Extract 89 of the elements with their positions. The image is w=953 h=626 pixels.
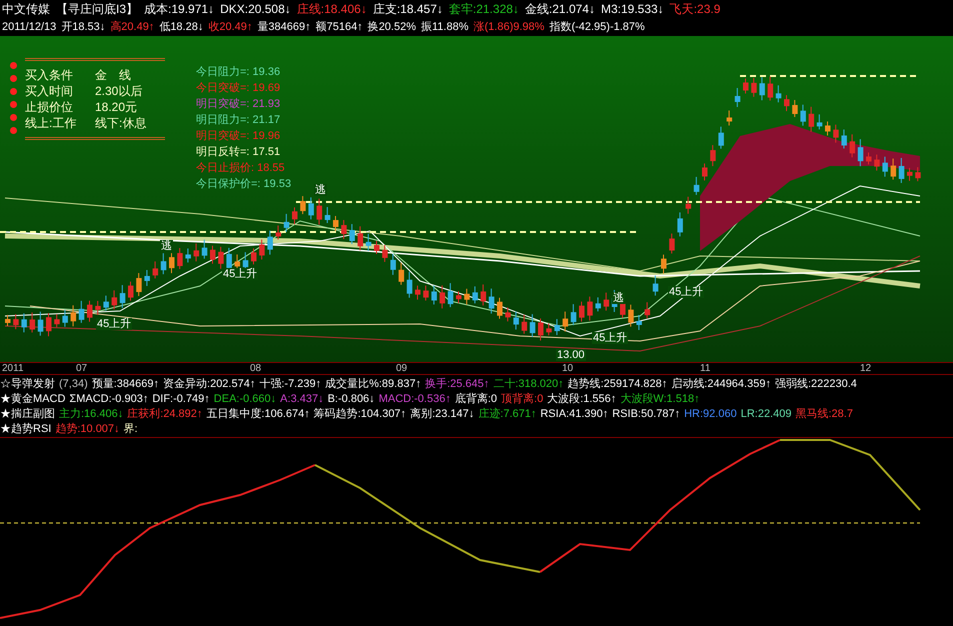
indicator-value: A:3.437↓ [280, 392, 324, 407]
date-axis-label: 09 [396, 363, 408, 374]
level-value: 今日止损价: 18.55 [196, 161, 286, 176]
date-axis-label: 08 [250, 363, 262, 374]
condition-value: 金 线 [95, 67, 131, 83]
condition-label: 买入条件 [25, 67, 74, 83]
indicator-value: 大波段W:1.518↑ [620, 392, 700, 407]
quote-value: 收20.49↑ [208, 20, 252, 35]
chart-label: 逃 [612, 292, 625, 304]
chart-label: 逃 [314, 184, 327, 196]
header-value: DKX:20.508↓ [220, 1, 291, 18]
date-axis-label: 11 [700, 363, 710, 374]
quote-value: 开18.53↓ [61, 20, 106, 35]
quote-value: 高20.49↑ [110, 20, 154, 35]
indicator-title: ★黄金MACD [0, 392, 66, 407]
date-axis-label: 07 [76, 363, 88, 374]
indicator-value: DIF:-0.749↑ [152, 392, 210, 407]
indicator-value: MACD:-0.536↑ [378, 392, 451, 407]
quote-value: 换20.52% [368, 20, 416, 35]
level-value: 今日突破=: 19.69 [196, 80, 282, 96]
indicator-value: ΣMACD:-0.903↑ [69, 392, 148, 407]
indicator-value: B:-0.806↓ [328, 392, 375, 407]
chart-label: 45上升 [668, 286, 704, 298]
indicator-value: 趋势:10.007↓ [55, 422, 120, 437]
date-axis-label: 12 [860, 363, 872, 374]
indicator-value: 预量:384669↑ [92, 377, 160, 392]
level-value: 今日阻力=: 19.36 [196, 65, 282, 80]
indicator-value: (7,34) [59, 377, 88, 392]
chart-label: 45上升 [222, 268, 258, 280]
indicator-value: 趋势线:259174.828↑ [568, 377, 668, 392]
indicator-value: 庄获利:24.892↑ [127, 407, 202, 422]
indicator-value: 筹码趋势:104.307↑ [314, 407, 406, 422]
quote-value: 2011/12/13 [2, 20, 56, 35]
indicator-value: 强弱线:222230.4 [774, 377, 857, 392]
header-value: 飞天:23.9 [670, 1, 720, 18]
header-value: 成本:19.971↓ [144, 1, 214, 18]
indicator-value: LR:22.409 [740, 407, 792, 422]
indicator-value: 界: [124, 422, 138, 437]
header-value: 金线:21.074↓ [524, 1, 595, 18]
condition-label: 线上:工作 [25, 115, 78, 131]
level-value: 明日阻力=: 21.17 [196, 113, 282, 128]
indicator-value: 顶背离:0 [501, 392, 544, 407]
indicator-value: 黑马线:28.7 [795, 407, 853, 422]
quote-value: 额75164↑ [316, 20, 363, 35]
indicator-value: RSIB:50.787↑ [612, 407, 680, 422]
indicator-value: 十强:-7.239↑ [259, 377, 322, 392]
quote-value: 低18.28↓ [159, 20, 204, 35]
level-value: 明日突破=: 19.96 [196, 128, 282, 144]
condition-value: 线下:休息 [95, 115, 146, 131]
indicator-value: 五日集中度:106.674↑ [206, 407, 310, 422]
indicator-value: RSIA:41.390↑ [540, 407, 608, 422]
date-axis-label: 2011 [2, 363, 24, 374]
indicator-value: 二十:318.020↑ [493, 377, 564, 392]
indicator-value: 换手:25.645↑ [425, 377, 490, 392]
date-axis-label: 10 [562, 363, 574, 374]
level-value: 明日突破=: 21.93 [196, 96, 282, 112]
header-value: 庄线:18.406↓ [296, 1, 367, 18]
indicator-value: 主力:16.406↓ [59, 407, 124, 422]
indicator-title: ☆导弹发射 [0, 377, 55, 392]
chart-label: 45上升 [592, 332, 628, 344]
header-value: 庄支:18.457↓ [372, 1, 443, 18]
chart-label: 逃 [160, 240, 173, 252]
condition-value: 2.30以后 [95, 83, 142, 99]
quote-value: 指数(-42.95)-1.87% [549, 20, 645, 35]
quote-value: 量384669↑ [257, 20, 311, 35]
level-value: 明日反转=: 17.51 [196, 145, 282, 160]
quote-value: 振11.88% [421, 20, 468, 35]
header-value: 中文传媒 [2, 1, 50, 18]
indicator-value: 庄迹:7.671↑ [478, 407, 536, 422]
condition-label: 买入时间 [25, 83, 74, 99]
condition-label: 止损价位 [25, 99, 74, 115]
indicator-value: 资金异动:202.574↑ [163, 377, 256, 392]
indicator-value: HR:92.060 [684, 407, 737, 422]
quote-value: 涨(1.86)9.98% [474, 20, 544, 35]
chart-label: 13.00 [556, 349, 586, 361]
indicator-value: 成交量比%:89.837↑ [325, 377, 422, 392]
indicator-title: ★揣庄副图 [0, 407, 55, 422]
header-value: 套牢:21.328↓ [448, 1, 519, 18]
chart-label: 45上升 [96, 318, 132, 330]
indicator-value: 大波段:1.556↑ [547, 392, 616, 407]
indicator-value: 底背离:0 [454, 392, 498, 407]
indicator-title: ★趋势RSI [0, 422, 52, 437]
header-value: M3:19.533↓ [600, 1, 664, 18]
condition-value: 18.20元 [95, 99, 138, 115]
indicator-value: DEA:-0.660↓ [214, 392, 276, 407]
header-value: 【寻庄问底I3】 [56, 1, 138, 18]
indicator-value: 离别:23.147↓ [410, 407, 474, 422]
level-value: 今日保护价=: 19.53 [196, 176, 292, 192]
indicator-value: 启动线:244964.359↑ [671, 377, 771, 392]
